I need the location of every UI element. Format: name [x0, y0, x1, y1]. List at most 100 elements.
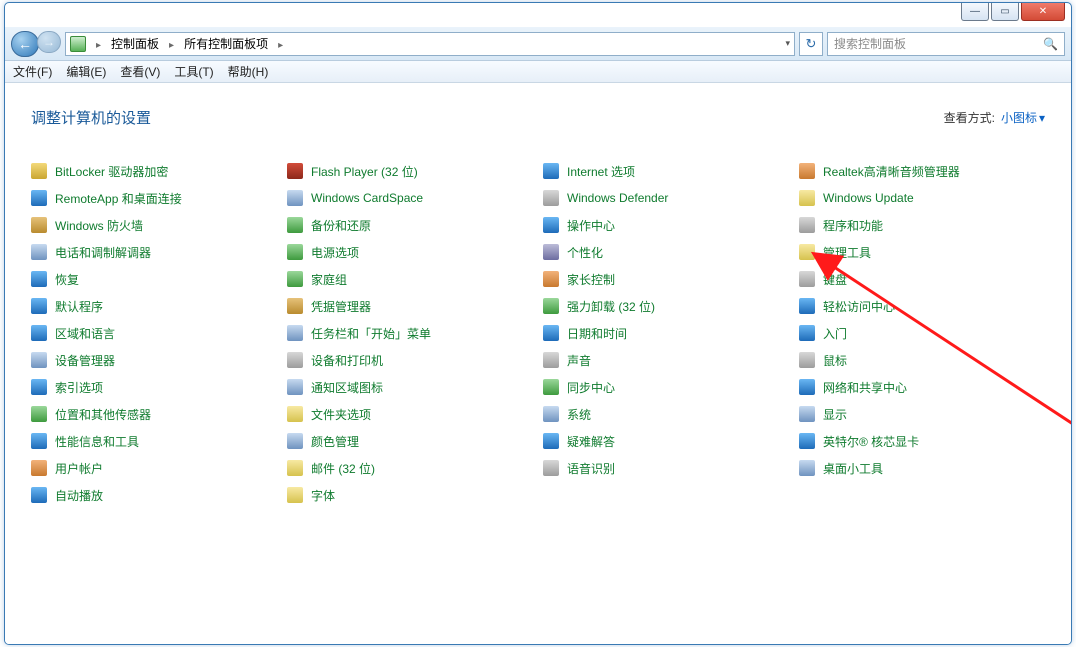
- cp-item[interactable]: 电话和调制解调器: [31, 243, 277, 261]
- cp-item-link[interactable]: Windows Update: [823, 191, 914, 205]
- cp-item-link[interactable]: 文件夹选项: [311, 406, 371, 423]
- cp-item[interactable]: 强力卸载 (32 位): [543, 297, 789, 315]
- cp-item[interactable]: 字体: [287, 486, 533, 504]
- cp-item-link[interactable]: 操作中心: [567, 217, 615, 234]
- cp-item[interactable]: 用户帐户: [31, 459, 277, 477]
- cp-item-link[interactable]: 设备和打印机: [311, 352, 383, 369]
- view-by-dropdown[interactable]: 小图标: [1001, 109, 1045, 126]
- breadcrumb-leaf[interactable]: 所有控制面板项: [184, 35, 268, 52]
- cp-item[interactable]: 显示: [799, 405, 1045, 423]
- cp-item[interactable]: 恢复: [31, 270, 277, 288]
- cp-item-link[interactable]: 位置和其他传感器: [55, 406, 151, 423]
- cp-item[interactable]: 疑难解答: [543, 432, 789, 450]
- cp-item-link[interactable]: 鼠标: [823, 352, 847, 369]
- cp-item-link[interactable]: RemoteApp 和桌面连接: [55, 190, 182, 207]
- cp-item-link[interactable]: 凭据管理器: [311, 298, 371, 315]
- cp-item[interactable]: Windows Defender: [543, 189, 789, 207]
- cp-item[interactable]: Windows Update: [799, 189, 1045, 207]
- cp-item[interactable]: 桌面小工具: [799, 459, 1045, 477]
- cp-item-link[interactable]: 日期和时间: [567, 325, 627, 342]
- cp-item[interactable]: 性能信息和工具: [31, 432, 277, 450]
- cp-item[interactable]: Flash Player (32 位): [287, 162, 533, 180]
- cp-item[interactable]: 操作中心: [543, 216, 789, 234]
- cp-item-link[interactable]: 索引选项: [55, 379, 103, 396]
- cp-item-link[interactable]: 通知区域图标: [311, 379, 383, 396]
- menu-file[interactable]: 文件(F): [13, 63, 52, 80]
- cp-item-link[interactable]: 区域和语言: [55, 325, 115, 342]
- cp-item[interactable]: 网络和共享中心: [799, 378, 1045, 396]
- cp-item[interactable]: 任务栏和「开始」菜单: [287, 324, 533, 342]
- cp-item-link[interactable]: 同步中心: [567, 379, 615, 396]
- cp-item[interactable]: BitLocker 驱动器加密: [31, 162, 277, 180]
- cp-item-link[interactable]: 电话和调制解调器: [55, 244, 151, 261]
- cp-item[interactable]: 鼠标: [799, 351, 1045, 369]
- cp-item-link[interactable]: 备份和还原: [311, 217, 371, 234]
- cp-item-link[interactable]: 默认程序: [55, 298, 103, 315]
- cp-item[interactable]: 程序和功能: [799, 216, 1045, 234]
- maximize-button[interactable]: ▭: [991, 3, 1019, 21]
- menu-tools[interactable]: 工具(T): [174, 63, 213, 80]
- cp-item-link[interactable]: 显示: [823, 406, 847, 423]
- refresh-button[interactable]: ↻: [799, 32, 823, 56]
- cp-item-link[interactable]: Flash Player (32 位): [311, 163, 418, 180]
- cp-item-link[interactable]: 电源选项: [311, 244, 359, 261]
- cp-item[interactable]: 个性化: [543, 243, 789, 261]
- forward-button[interactable]: →: [37, 31, 61, 53]
- cp-item[interactable]: 自动播放: [31, 486, 277, 504]
- cp-item-link[interactable]: 系统: [567, 406, 591, 423]
- cp-item[interactable]: 声音: [543, 351, 789, 369]
- cp-item[interactable]: 设备和打印机: [287, 351, 533, 369]
- cp-item[interactable]: 设备管理器: [31, 351, 277, 369]
- cp-item-link[interactable]: 邮件 (32 位): [311, 460, 375, 477]
- cp-item[interactable]: 轻松访问中心: [799, 297, 1045, 315]
- minimize-button[interactable]: —: [961, 3, 989, 21]
- address-bar[interactable]: 控制面板 所有控制面板项 ▾: [65, 32, 795, 56]
- cp-item-link[interactable]: 任务栏和「开始」菜单: [311, 325, 431, 342]
- cp-item[interactable]: 家庭组: [287, 270, 533, 288]
- cp-item-link[interactable]: 轻松访问中心: [823, 298, 895, 315]
- cp-item-link[interactable]: 性能信息和工具: [55, 433, 139, 450]
- cp-item-link[interactable]: 强力卸载 (32 位): [567, 298, 655, 315]
- cp-item[interactable]: 电源选项: [287, 243, 533, 261]
- cp-item-link[interactable]: 恢复: [55, 271, 79, 288]
- cp-item-link[interactable]: 颜色管理: [311, 433, 359, 450]
- search-icon[interactable]: 🔍: [1043, 37, 1058, 51]
- menu-help[interactable]: 帮助(H): [228, 63, 269, 80]
- cp-item[interactable]: 同步中心: [543, 378, 789, 396]
- address-dropdown-icon[interactable]: ▾: [785, 38, 790, 49]
- cp-item[interactable]: 通知区域图标: [287, 378, 533, 396]
- search-input[interactable]: 搜索控制面板 🔍: [827, 32, 1065, 56]
- menu-view[interactable]: 查看(V): [120, 63, 160, 80]
- cp-item-link[interactable]: 声音: [567, 352, 591, 369]
- cp-item[interactable]: 索引选项: [31, 378, 277, 396]
- cp-item[interactable]: 日期和时间: [543, 324, 789, 342]
- cp-item-link[interactable]: 桌面小工具: [823, 460, 883, 477]
- cp-item[interactable]: 位置和其他传感器: [31, 405, 277, 423]
- cp-item-link[interactable]: 家庭组: [311, 271, 347, 288]
- cp-item[interactable]: 英特尔® 核芯显卡: [799, 432, 1045, 450]
- cp-item-link[interactable]: 英特尔® 核芯显卡: [823, 433, 919, 450]
- cp-item-link[interactable]: 键盘: [823, 271, 847, 288]
- cp-item-link[interactable]: BitLocker 驱动器加密: [55, 163, 168, 180]
- cp-item-link[interactable]: 网络和共享中心: [823, 379, 907, 396]
- cp-item-link[interactable]: 入门: [823, 325, 847, 342]
- cp-item[interactable]: 凭据管理器: [287, 297, 533, 315]
- cp-item-link[interactable]: 自动播放: [55, 487, 103, 504]
- cp-item[interactable]: 语音识别: [543, 459, 789, 477]
- cp-item[interactable]: RemoteApp 和桌面连接: [31, 189, 277, 207]
- cp-item[interactable]: Realtek高清晰音频管理器: [799, 162, 1045, 180]
- cp-item-link[interactable]: 程序和功能: [823, 217, 883, 234]
- cp-item[interactable]: 家长控制: [543, 270, 789, 288]
- cp-item-link[interactable]: 疑难解答: [567, 433, 615, 450]
- cp-item-link[interactable]: Internet 选项: [567, 163, 635, 180]
- cp-item-link[interactable]: 语音识别: [567, 460, 615, 477]
- cp-item[interactable]: Internet 选项: [543, 162, 789, 180]
- cp-item[interactable]: 管理工具: [799, 243, 1045, 261]
- cp-item[interactable]: 颜色管理: [287, 432, 533, 450]
- breadcrumb-root[interactable]: 控制面板: [111, 35, 159, 52]
- cp-item-link[interactable]: 字体: [311, 487, 335, 504]
- cp-item[interactable]: 默认程序: [31, 297, 277, 315]
- cp-item[interactable]: 备份和还原: [287, 216, 533, 234]
- cp-item-link[interactable]: 用户帐户: [55, 460, 103, 477]
- cp-item[interactable]: 入门: [799, 324, 1045, 342]
